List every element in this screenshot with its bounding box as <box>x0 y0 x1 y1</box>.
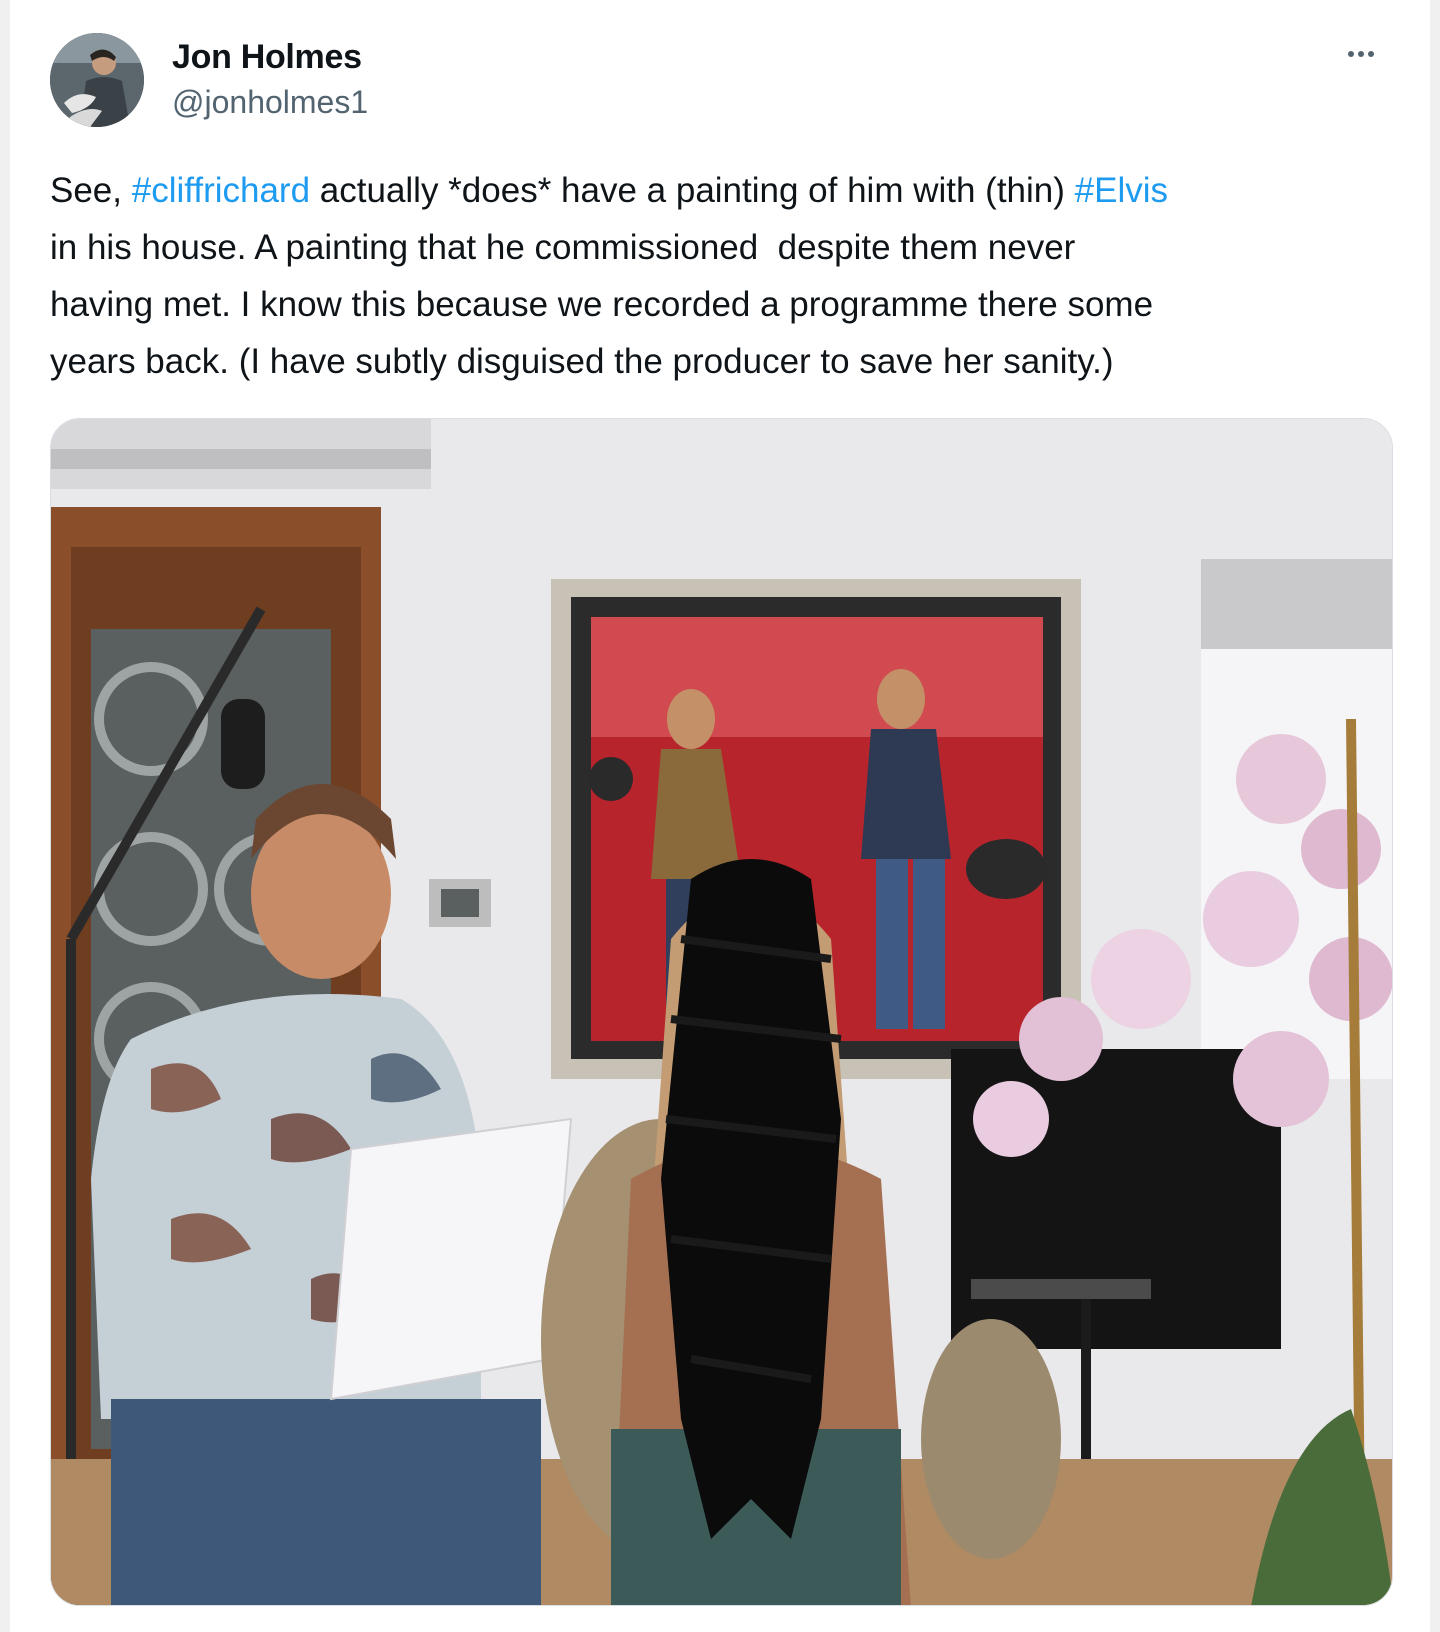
tweet-text-segment: having met. I know this because we recor… <box>50 285 1154 324</box>
tweet-text-line: years back. (I have subtly disguised the… <box>50 333 1390 390</box>
hashtag-link[interactable]: #cliffrichard <box>132 171 310 210</box>
tweet-text-segment: years back. (I have subtly disguised the… <box>50 342 1114 381</box>
author-name[interactable]: Jon Holmes <box>172 36 362 78</box>
hashtag-link[interactable]: #Elvis <box>1075 171 1168 210</box>
tweet-text: See, #cliffrichard actually *does* have … <box>50 162 1390 390</box>
tweet-text-segment: in his house. A painting that he commiss… <box>50 228 1076 267</box>
tweet-text-line: having met. I know this because we recor… <box>50 276 1390 333</box>
more-horizontal-icon <box>1348 51 1354 57</box>
avatar-image <box>50 33 144 127</box>
tweet-text-line: in his house. A painting that he commiss… <box>50 219 1390 276</box>
more-horizontal-icon-dot <box>1358 51 1364 57</box>
tweet-text-segment: See, <box>50 171 132 210</box>
photo-scene <box>51 419 1392 1605</box>
more-options-button[interactable] <box>1338 36 1384 72</box>
avatar[interactable] <box>50 33 144 127</box>
tweet-photo[interactable] <box>50 418 1393 1606</box>
tweet-text-line: See, #cliffrichard actually *does* have … <box>50 162 1390 219</box>
more-horizontal-icon-dot <box>1368 51 1374 57</box>
tweet-text-segment: actually *does* have a painting of him w… <box>310 171 1075 210</box>
author-handle[interactable]: @jonholmes1 <box>172 82 368 122</box>
tweet-card: Jon Holmes @jonholmes1 See, #cliffrichar… <box>10 0 1430 1632</box>
